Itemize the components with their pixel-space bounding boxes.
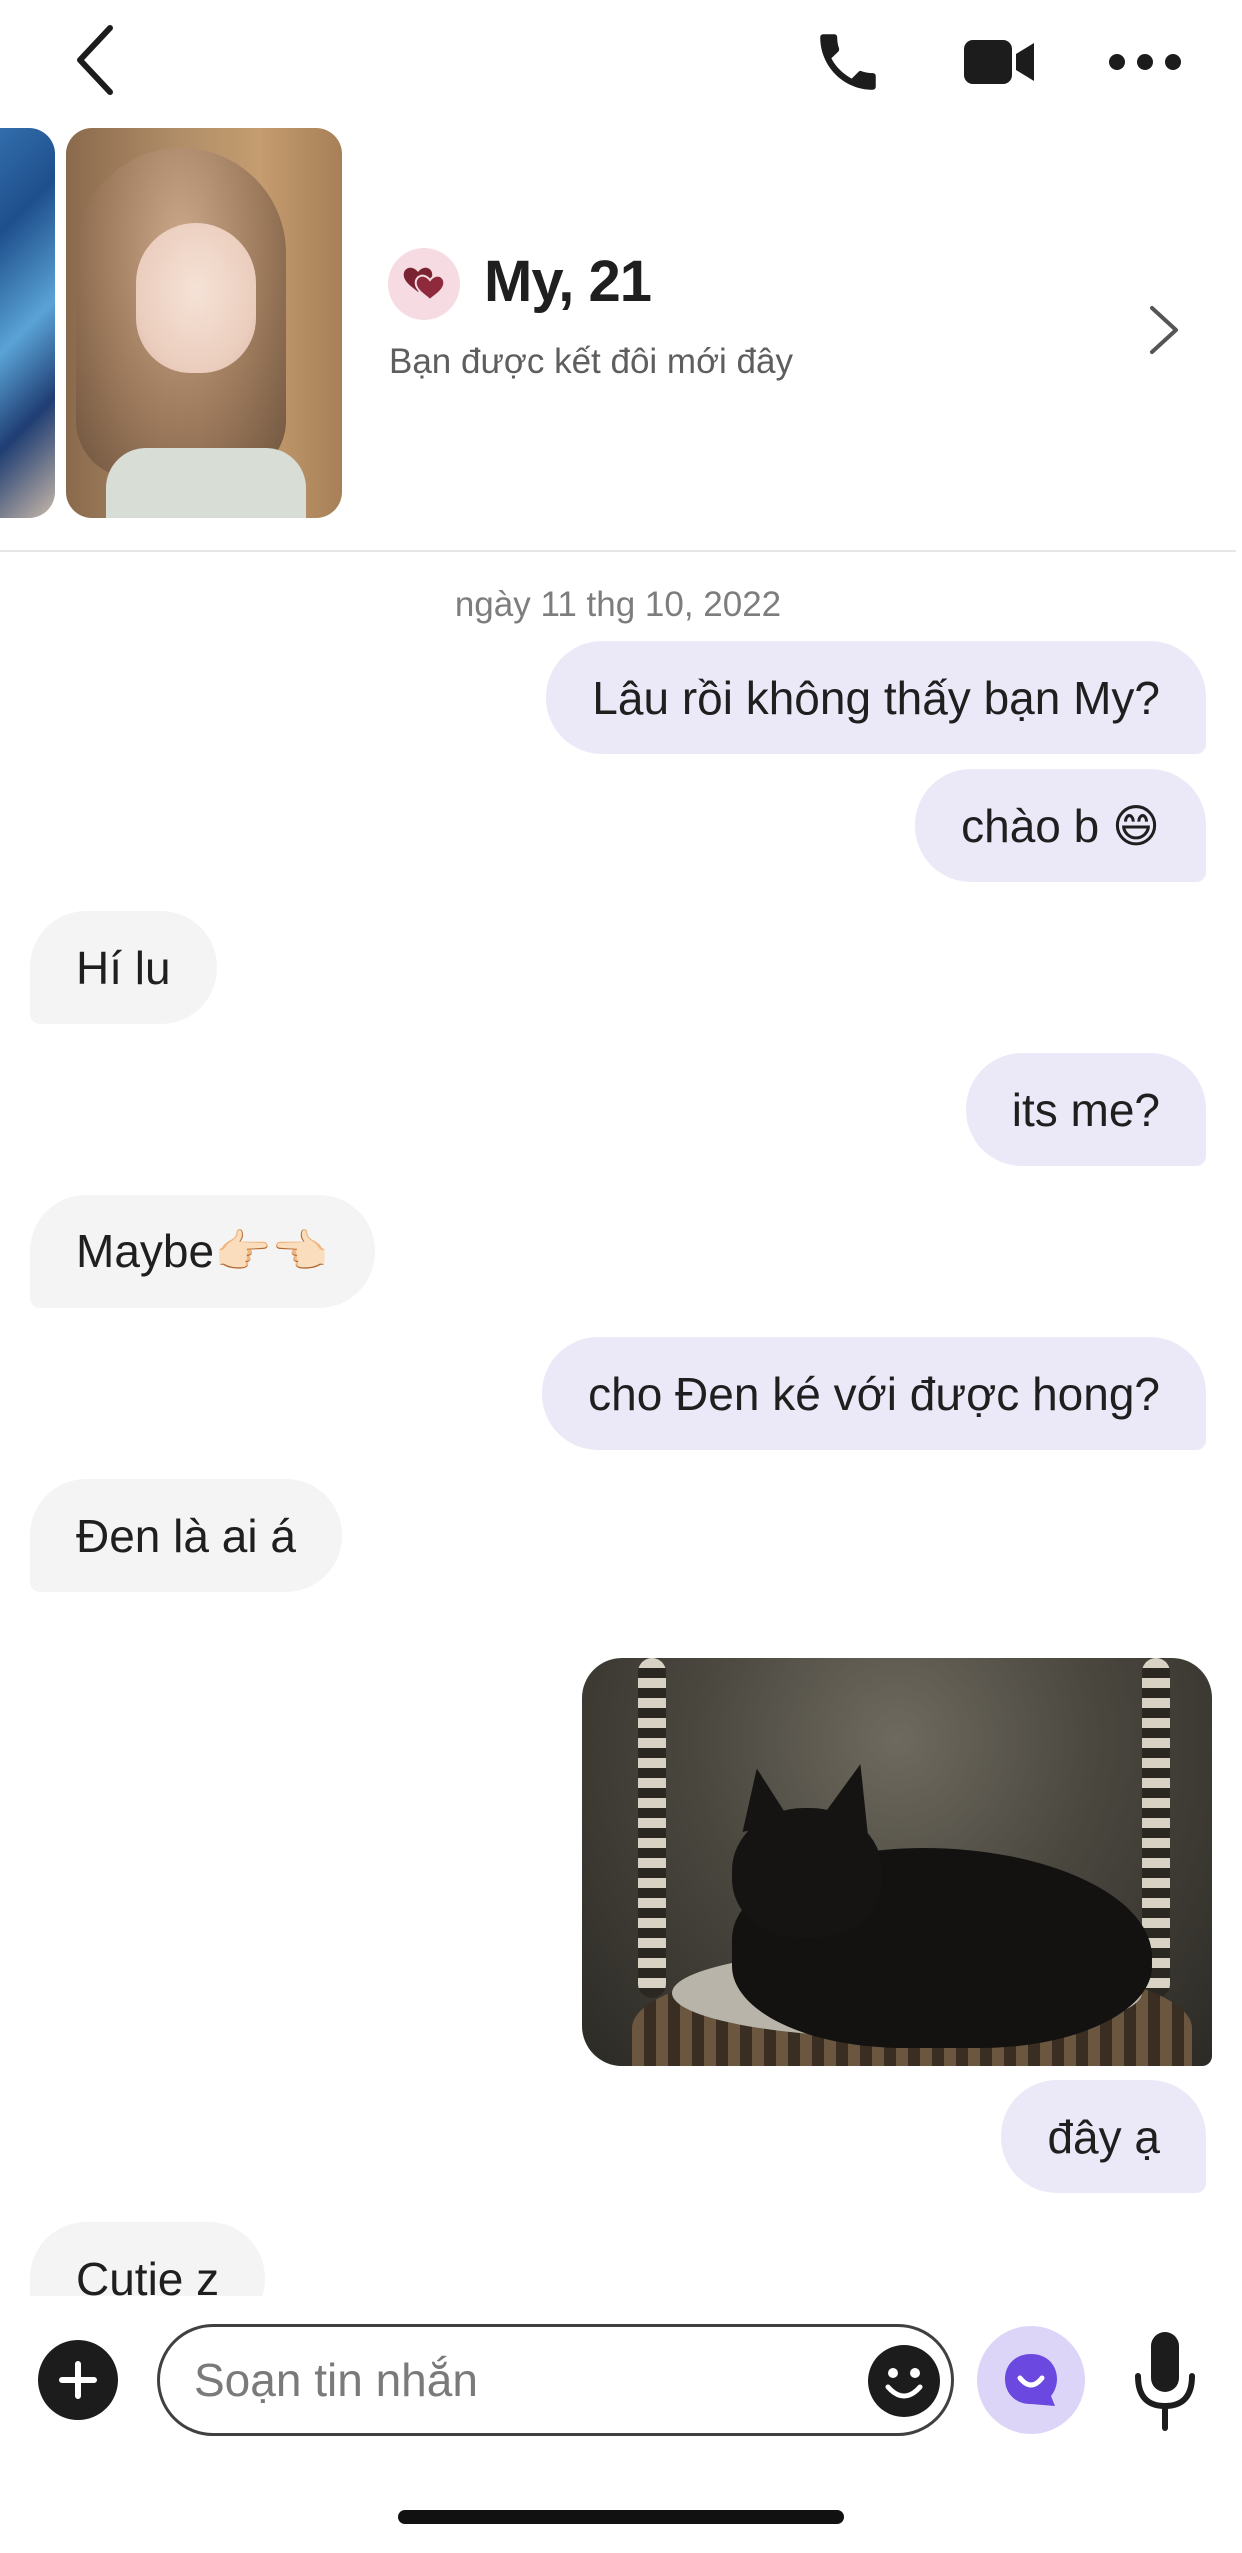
top-bar [0,0,1242,120]
message-input-container [157,2324,954,2436]
chat-assistant-button[interactable] [977,2326,1085,2434]
profile-header[interactable]: My, 21 Bạn được kết đôi mới đây [0,128,1242,548]
double-heart-icon [388,248,460,320]
home-indicator[interactable] [398,2510,844,2524]
message-bubble-sent[interactable]: chào b 😄 [915,769,1206,882]
divider [0,550,1236,552]
message-input[interactable] [194,2327,854,2433]
video-camera-icon [964,40,1034,84]
profile-photo[interactable] [66,128,342,518]
message-composer [0,2296,1242,2456]
call-button[interactable] [808,22,888,102]
message-bubble-received[interactable]: Đen là ai á [30,1479,342,1592]
more-options-button[interactable] [1100,22,1190,102]
date-separator: ngày 11 thg 10, 2022 [454,585,782,624]
message-bubble-received[interactable]: Maybe👉🏻👈🏻 [30,1195,375,1308]
smiley-icon [868,2345,940,2417]
message-bubble-sent[interactable]: its me? [965,1053,1206,1166]
match-status: Bạn được kết đôi mới đây [389,342,793,381]
message-bubble-sent[interactable]: Lâu rồi không thấy bạn My? [546,641,1206,754]
message-bubble-sent[interactable]: cho Đen ké với được hong? [542,1337,1206,1450]
profile-photo-previous[interactable] [0,128,55,518]
chat-bubble-icon [1005,2354,1057,2406]
image-message[interactable] [582,1658,1212,2066]
microphone-icon [1135,2332,1195,2431]
phone-icon [820,34,876,90]
chevron-right-icon[interactable] [1140,288,1190,368]
back-button[interactable] [60,20,130,100]
profile-name: My, 21 [484,249,652,314]
chevron-left-icon [77,25,113,95]
ellipsis-icon [1109,54,1181,70]
message-bubble-sent[interactable]: đây ạ [1001,2080,1206,2193]
voice-message-button[interactable] [1120,2326,1210,2436]
message-bubble-received[interactable]: Hí lu [30,911,217,1024]
plus-icon [59,2361,97,2399]
emoji-button[interactable] [866,2343,942,2419]
attach-button[interactable] [38,2340,118,2420]
video-call-button[interactable] [955,22,1045,102]
